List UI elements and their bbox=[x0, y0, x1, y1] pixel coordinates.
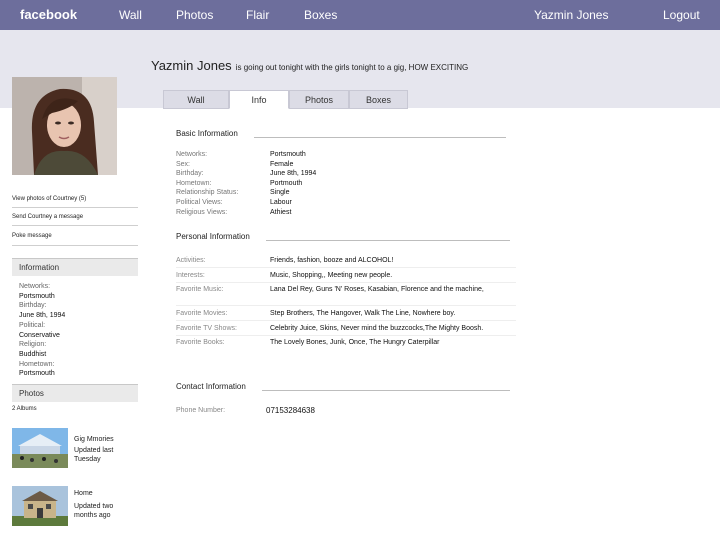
section-rule bbox=[254, 137, 506, 138]
info-value: June 8th, 1994 bbox=[19, 312, 66, 320]
favorite-music-label-text: Favorite Music: bbox=[176, 286, 224, 293]
basic-value[interactable]: Portmouth bbox=[270, 179, 316, 189]
nav-user-link[interactable]: Yazmin Jones bbox=[534, 8, 608, 22]
tab-photos[interactable]: Photos bbox=[289, 90, 349, 109]
basic-value[interactable]: Portsmouth bbox=[270, 150, 316, 160]
info-value[interactable]: Conservative bbox=[19, 331, 65, 341]
favorite-movies-label: Favorite Movies: bbox=[176, 310, 228, 317]
tab-boxes[interactable]: Boxes bbox=[349, 90, 408, 109]
albums-count-link[interactable]: 2 Albums bbox=[12, 406, 37, 412]
row-divider bbox=[176, 267, 516, 268]
nav-photos-link[interactable]: Photos bbox=[176, 8, 213, 22]
contact-info-heading: Contact Information bbox=[176, 382, 246, 391]
tab-info[interactable]: Info bbox=[229, 90, 289, 109]
view-photos-link[interactable]: View photos of Courtney (5) bbox=[12, 196, 86, 202]
basic-value[interactable]: Athiest bbox=[270, 208, 316, 218]
basic-label: Networks: bbox=[176, 151, 208, 158]
info-label: Political: bbox=[19, 321, 46, 329]
logout-link[interactable]: Logout bbox=[663, 8, 700, 22]
basic-value[interactable]: Labour bbox=[270, 198, 316, 208]
row-divider bbox=[176, 305, 516, 306]
activities-label: Activities: bbox=[176, 257, 206, 264]
basic-info-heading: Basic Information bbox=[176, 129, 238, 138]
personal-info-heading: Personal Information bbox=[176, 232, 250, 241]
basic-label: Religious Views: bbox=[176, 208, 228, 216]
favorite-movies-value: Step Brothers, The Hangover, Walk The Li… bbox=[270, 310, 456, 317]
info-label: Religion: bbox=[19, 341, 47, 349]
basic-info-values: Portsmouth Female June 8th, 1994 Portmou… bbox=[270, 150, 316, 217]
favorite-music-label: Favorite Music: bbox=[176, 285, 256, 295]
basic-value: Single bbox=[270, 189, 290, 197]
basic-label: Hometown: bbox=[176, 179, 212, 187]
phone-value: 07153284638 bbox=[266, 406, 315, 415]
row-divider bbox=[176, 282, 516, 283]
facebook-logo[interactable]: facebook bbox=[20, 7, 77, 22]
information-list: Networks: Portsmouth Birthday: June 8th,… bbox=[19, 282, 65, 379]
basic-label: Sex: bbox=[176, 160, 191, 168]
info-label: Hometown: bbox=[19, 360, 55, 368]
top-nav-bar: facebook Wall Photos Flair Boxes Yazmin … bbox=[0, 0, 720, 30]
album-updated: Updated last Tuesday bbox=[74, 447, 114, 463]
profile-picture[interactable] bbox=[12, 77, 117, 175]
nav-wall-link[interactable]: Wall bbox=[119, 8, 142, 22]
nav-boxes-link[interactable]: Boxes bbox=[304, 8, 337, 22]
favorite-books-value: The Lovely Bones, Junk, Once, The Hungry… bbox=[270, 339, 440, 346]
album-caption: Gig Mmories Updated last Tuesday bbox=[74, 435, 128, 464]
row-divider bbox=[176, 320, 516, 321]
section-rule bbox=[262, 390, 510, 391]
photos-heading: Photos bbox=[12, 384, 138, 402]
basic-info-labels: Networks: Sex: Birthday: Hometown: Relat… bbox=[176, 150, 238, 217]
profile-name[interactable]: Yazmin Jones bbox=[151, 58, 232, 73]
favorite-books-label: Favorite Books: bbox=[176, 339, 225, 346]
interests-value: Music, Shopping,, Meeting new people. bbox=[270, 272, 393, 279]
basic-label: Political Views: bbox=[176, 198, 223, 206]
album-thumbnail-home[interactable] bbox=[12, 486, 68, 526]
sidebar-divider bbox=[12, 245, 138, 246]
album-title[interactable]: Gig Mmories bbox=[74, 435, 128, 444]
album-caption: Home Updated two months ago bbox=[74, 489, 128, 520]
basic-label: Birthday: bbox=[176, 170, 204, 178]
basic-label: Relationship Status: bbox=[176, 189, 239, 197]
info-label: Birthday: bbox=[19, 302, 47, 310]
album-thumbnail-gig[interactable] bbox=[12, 428, 68, 468]
row-divider bbox=[176, 335, 516, 336]
activities-value: Friends, fashion, booze and ALCOHOL! bbox=[270, 257, 394, 264]
info-value[interactable]: Portsmouth bbox=[19, 369, 65, 379]
basic-value: Female bbox=[270, 160, 294, 168]
send-message-link[interactable]: Send Courtney a message bbox=[12, 214, 83, 220]
album-updated: Updated two months ago bbox=[74, 503, 114, 519]
basic-value: June 8th, 1994 bbox=[270, 170, 317, 178]
album-title[interactable]: Home bbox=[74, 489, 128, 498]
status-text: is going out tonight with the girls toni… bbox=[235, 63, 469, 72]
information-heading: Information bbox=[12, 258, 138, 276]
section-rule bbox=[266, 240, 510, 241]
interests-label: Interests: bbox=[176, 272, 205, 279]
phone-label: Phone Number: bbox=[176, 407, 226, 414]
nav-flair-link[interactable]: Flair bbox=[246, 8, 269, 22]
profile-status: Yazmin Jones is going out tonight with th… bbox=[151, 58, 468, 73]
sidebar-divider bbox=[12, 207, 138, 208]
poke-link[interactable]: Poke message bbox=[12, 233, 52, 239]
favorite-music-value: Lana Del Rey, Guns 'N' Roses, Kasabian, … bbox=[270, 286, 484, 293]
favorite-tv-value: Celebrity Juice, Skins, Never mind the b… bbox=[270, 325, 484, 332]
tab-wall[interactable]: Wall bbox=[163, 90, 229, 109]
info-value[interactable]: Buddhist bbox=[19, 350, 65, 360]
sidebar-divider bbox=[12, 225, 138, 226]
info-value[interactable]: Portsmouth bbox=[19, 292, 65, 302]
favorite-tv-label: Favorite TV Shows: bbox=[176, 325, 237, 332]
info-label: Networks: bbox=[19, 283, 51, 290]
